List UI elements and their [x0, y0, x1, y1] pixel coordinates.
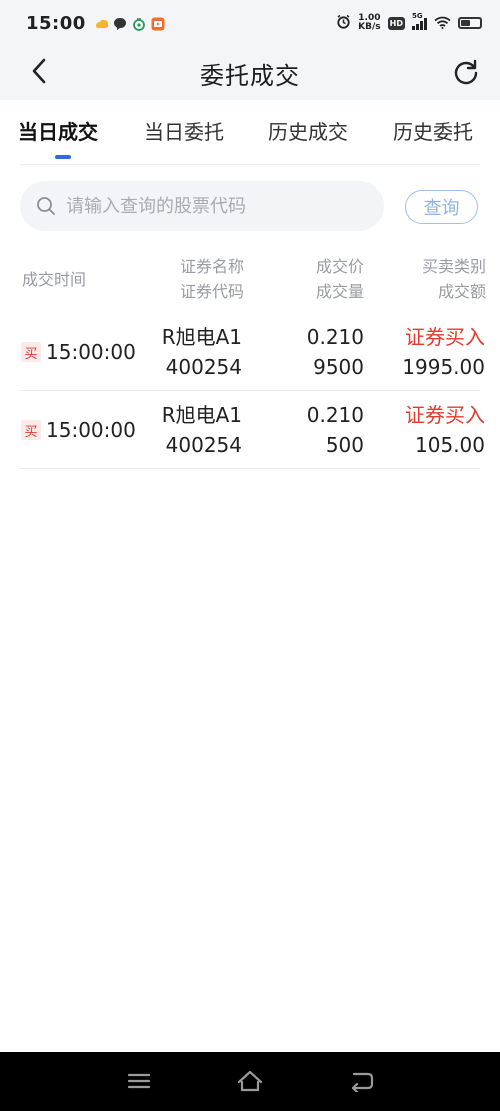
table-row[interactable]: 买 15:00:00 R旭电A1 400254 0.210 9500 证券买入 …	[0, 312, 500, 390]
buy-badge: 买	[21, 420, 41, 440]
header-quantity: 成交量	[315, 282, 364, 301]
menu-icon	[127, 1073, 151, 1089]
header-trade-time: 成交时间	[22, 270, 87, 289]
header-trade-type: 买卖类别	[421, 257, 486, 276]
status-time: 15:00	[26, 12, 86, 34]
notification-icons	[94, 16, 165, 31]
trade-type: 证券买入	[405, 403, 485, 427]
search-icon	[36, 195, 58, 217]
divider	[20, 164, 480, 165]
trade-type: 证券买入	[405, 325, 485, 349]
refresh-button[interactable]	[450, 56, 482, 88]
back-button[interactable]	[24, 56, 54, 86]
trade-time: 15:00:00	[46, 418, 136, 442]
network-speed: 1.00 KB/s	[358, 14, 380, 32]
speed-unit: KB/s	[358, 22, 381, 32]
header-amount: 成交额	[437, 282, 486, 301]
page-title: 委托成交	[200, 61, 300, 90]
active-tab-indicator	[55, 155, 71, 159]
network-type: 5G	[412, 12, 423, 20]
search-box	[20, 181, 384, 231]
cellular-signal-icon: 5G	[412, 12, 427, 30]
trade-time: 15:00:00	[46, 340, 136, 364]
security-code: 400254	[165, 355, 242, 379]
nav-bar: 委托成交	[0, 46, 500, 100]
system-navigation-bar	[0, 1052, 500, 1111]
header-price: 成交价	[315, 257, 364, 276]
tab-today-trades[interactable]: 当日成交	[18, 116, 98, 145]
trade-quantity: 500	[325, 433, 364, 457]
security-code: 400254	[165, 433, 242, 457]
home-icon	[237, 1070, 263, 1092]
home-button[interactable]	[235, 1068, 265, 1094]
trade-quantity: 9500	[313, 355, 364, 379]
video-notification-icon	[151, 16, 165, 31]
search-input[interactable]	[66, 195, 366, 217]
system-back-button[interactable]	[346, 1068, 376, 1094]
tab-bar: 当日成交 当日委托 历史成交 历史委托	[0, 100, 500, 166]
tab-history-orders[interactable]: 历史委托	[393, 116, 473, 145]
status-bar: 15:00 1.00 KB/s HD 5G	[0, 0, 500, 46]
header-security-name: 证券名称	[179, 257, 244, 276]
refresh-icon	[454, 59, 478, 85]
status-left: 15:00	[26, 13, 165, 34]
trade-price: 0.210	[306, 325, 364, 349]
header-security: 证券名称 证券代码	[160, 254, 244, 304]
alarm-icon	[336, 14, 351, 33]
tab-today-orders[interactable]: 当日委托	[144, 116, 224, 145]
trade-amount: 1995.00	[402, 355, 485, 379]
hd-badge: HD	[387, 16, 405, 30]
row-divider	[20, 468, 480, 469]
table-row[interactable]: 买 15:00:00 R旭电A1 400254 0.210 500 证券买入 1…	[0, 390, 500, 468]
query-button[interactable]: 查询	[405, 190, 478, 224]
chat-notification-icon	[113, 16, 127, 30]
header-security-code: 证券代码	[179, 282, 244, 301]
header-price-qty: 成交价 成交量	[280, 254, 364, 304]
wifi-icon	[434, 14, 451, 33]
chevron-left-icon	[32, 58, 46, 84]
menu-button[interactable]	[124, 1068, 154, 1094]
security-name: R旭电A1	[161, 325, 242, 349]
app-notification-icon	[132, 16, 146, 31]
weather-notification-icon	[94, 16, 109, 30]
back-arrow-icon	[351, 1072, 374, 1092]
status-right: 1.00 KB/s HD 5G	[336, 12, 482, 33]
tab-history-trades[interactable]: 历史成交	[268, 116, 348, 145]
trade-amount: 105.00	[415, 433, 485, 457]
trade-price: 0.210	[306, 403, 364, 427]
buy-badge: 买	[21, 342, 41, 362]
header-type-amount: 买卖类别 成交额	[386, 254, 486, 304]
battery-icon	[458, 17, 482, 29]
security-name: R旭电A1	[161, 403, 242, 427]
